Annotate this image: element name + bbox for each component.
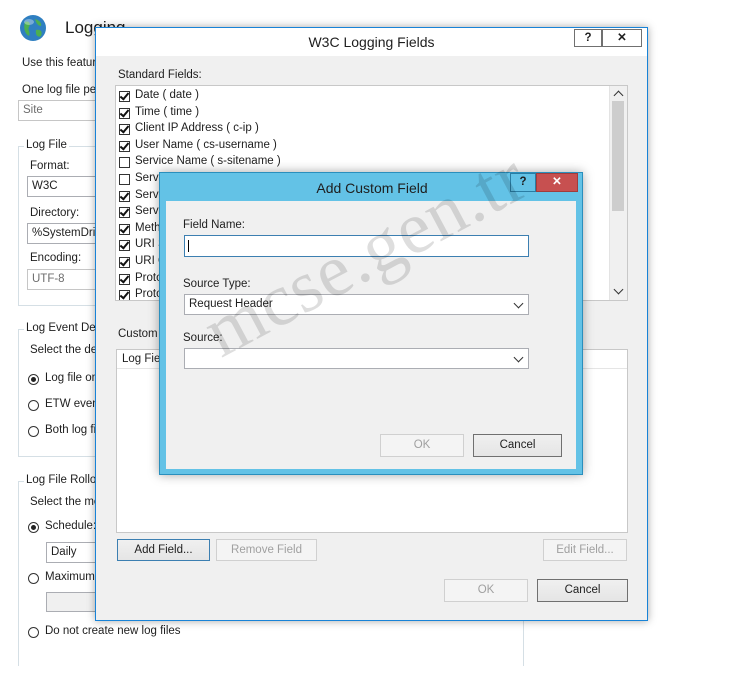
standard-field-checkbox[interactable] — [119, 124, 130, 136]
custom-cancel-button[interactable]: Cancel — [473, 434, 562, 457]
w3c-ok-button[interactable]: OK — [444, 579, 528, 602]
standard-field-checkbox[interactable] — [119, 257, 130, 268]
event-etw-radio[interactable] — [28, 400, 39, 411]
standard-field-checkbox[interactable] — [119, 190, 130, 202]
no-new-files-radio[interactable] — [28, 627, 39, 638]
standard-field-checkbox[interactable] — [119, 290, 130, 300]
add-custom-field-dialog: Add Custom Field ? ✕ Field Name: Source … — [159, 172, 583, 475]
remove-field-button[interactable]: Remove Field — [216, 539, 317, 561]
one-log-file-per-select[interactable]: Site — [18, 100, 98, 121]
standard-field-checkbox[interactable] — [119, 207, 130, 219]
log-event-group-title: Log Event Des — [24, 322, 104, 334]
scroll-up-icon[interactable] — [613, 90, 624, 101]
field-name-label: Field Name: — [183, 219, 245, 231]
custom-close-button[interactable]: ✕ — [536, 173, 578, 192]
one-log-file-per-label: One log file per — [22, 84, 100, 96]
intro-text: Use this feature — [22, 57, 103, 69]
w3c-cancel-button[interactable]: Cancel — [537, 579, 628, 602]
scroll-thumb[interactable] — [612, 101, 624, 211]
standard-field-checkbox[interactable] — [119, 223, 130, 235]
standard-field-checkbox[interactable] — [119, 140, 130, 152]
standard-field-checkbox[interactable] — [119, 273, 130, 285]
field-name-input[interactable] — [184, 235, 529, 257]
directory-label: Directory: — [30, 207, 80, 219]
event-both-radio[interactable] — [28, 426, 39, 437]
source-type-select[interactable]: Request Header — [184, 294, 529, 315]
source-type-value: Request Header — [189, 298, 273, 310]
schedule-select[interactable]: Daily — [46, 542, 98, 563]
w3c-title: W3C Logging Fields — [308, 34, 435, 50]
edit-field-button[interactable]: Edit Field... — [543, 539, 627, 561]
scroll-down-icon[interactable] — [613, 284, 624, 295]
standard-field-checkbox[interactable] — [119, 240, 130, 252]
source-select[interactable] — [184, 348, 529, 369]
event-select-text: Select the des — [30, 344, 103, 356]
add-field-button[interactable]: Add Field... — [117, 539, 210, 561]
globe-icon — [19, 14, 47, 42]
no-new-files-label: Do not create new log files — [45, 625, 181, 637]
event-both-label: Both log fi — [45, 424, 97, 436]
event-log-file-radio[interactable] — [28, 374, 39, 385]
w3c-help-button[interactable]: ? — [574, 29, 602, 47]
source-type-label: Source Type: — [183, 278, 251, 290]
standard-field-label[interactable]: Meth — [135, 222, 161, 234]
standard-field-checkbox[interactable] — [119, 107, 130, 119]
standard-fields-label: Standard Fields: — [118, 69, 202, 81]
standard-field-checkbox[interactable] — [119, 174, 130, 185]
standard-field-checkbox[interactable] — [119, 157, 130, 169]
w3c-close-button[interactable]: ✕ — [602, 29, 642, 47]
event-log-file-label: Log file on — [45, 372, 99, 384]
standard-fields-scrollbar[interactable] — [609, 86, 627, 300]
custom-dialog-body: Field Name: Source Type: Request Header … — [166, 201, 576, 469]
standard-field-checkbox[interactable] — [119, 91, 130, 102]
rollover-group-title: Log File Rollo — [24, 474, 99, 486]
standard-field-label[interactable]: Client IP Address ( c-ip ) — [135, 122, 259, 134]
maximum-radio[interactable] — [28, 573, 39, 584]
rollover-select-text: Select the me — [30, 496, 101, 508]
text-cursor — [188, 240, 189, 252]
custom-help-button[interactable]: ? — [510, 173, 536, 192]
encoding-label: Encoding: — [30, 252, 82, 264]
standard-field-label[interactable]: Date ( date ) — [135, 89, 199, 101]
standard-field-label[interactable]: Service Name ( s-sitename ) — [135, 155, 281, 167]
format-label: Format: — [30, 160, 70, 172]
schedule-radio[interactable] — [28, 522, 39, 533]
directory-input[interactable]: %SystemDriv — [27, 223, 98, 244]
maximum-label: Maximum — [45, 571, 95, 583]
format-select[interactable]: W3C — [27, 176, 98, 197]
encoding-select[interactable]: UTF-8 — [27, 269, 98, 290]
custom-ok-button[interactable]: OK — [380, 434, 464, 457]
custom-fields-label: Custom — [118, 328, 158, 340]
standard-field-label[interactable]: User Name ( cs-username ) — [135, 139, 277, 151]
log-file-group-title: Log File — [24, 139, 69, 151]
schedule-label: Schedule: — [45, 520, 97, 532]
source-label: Source: — [183, 332, 223, 344]
event-etw-label: ETW event — [45, 398, 102, 410]
standard-field-label[interactable]: Time ( time ) — [135, 106, 199, 118]
maximum-input[interactable] — [46, 592, 98, 612]
